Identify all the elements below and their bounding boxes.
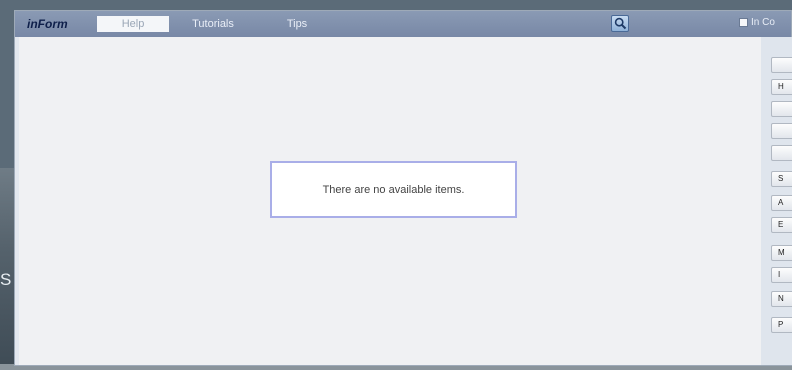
search-icon xyxy=(614,17,627,30)
side-button-5[interactable] xyxy=(771,145,792,161)
brand-logo: inForm xyxy=(27,17,68,31)
tab-tutorials[interactable]: Tutorials xyxy=(179,16,247,32)
side-button-4[interactable] xyxy=(771,123,792,139)
background-text: S xyxy=(0,270,12,289)
side-button-2[interactable]: H xyxy=(771,79,792,95)
tab-tips[interactable]: Tips xyxy=(277,16,317,32)
side-button-7[interactable]: A xyxy=(771,195,792,211)
empty-state-message: There are no available items. xyxy=(322,183,465,196)
side-button-8[interactable]: E xyxy=(771,217,792,233)
top-navigation-bar: inForm Help Tutorials Tips In Co xyxy=(15,11,791,37)
in-collection-checkbox[interactable] xyxy=(739,17,748,27)
side-button-9[interactable]: M xyxy=(771,245,792,261)
in-collection-toggle[interactable]: In Co xyxy=(739,17,775,28)
side-button-panel: H S A E M I N P xyxy=(761,37,792,365)
in-collection-label: In Co xyxy=(751,17,775,28)
search-button[interactable] xyxy=(611,15,629,32)
side-button-6[interactable]: S xyxy=(771,171,792,187)
side-button-12[interactable]: P xyxy=(771,317,792,333)
side-button-11[interactable]: N xyxy=(771,291,792,307)
tab-help[interactable]: Help xyxy=(97,16,169,32)
content-panel: There are no available items. xyxy=(19,37,761,365)
side-button-3[interactable] xyxy=(771,101,792,117)
empty-state-box: There are no available items. xyxy=(270,161,517,218)
side-button-1[interactable] xyxy=(771,57,792,73)
inform-window: inForm Help Tutorials Tips In Co There a… xyxy=(14,10,792,366)
side-button-10[interactable]: I xyxy=(771,267,792,283)
